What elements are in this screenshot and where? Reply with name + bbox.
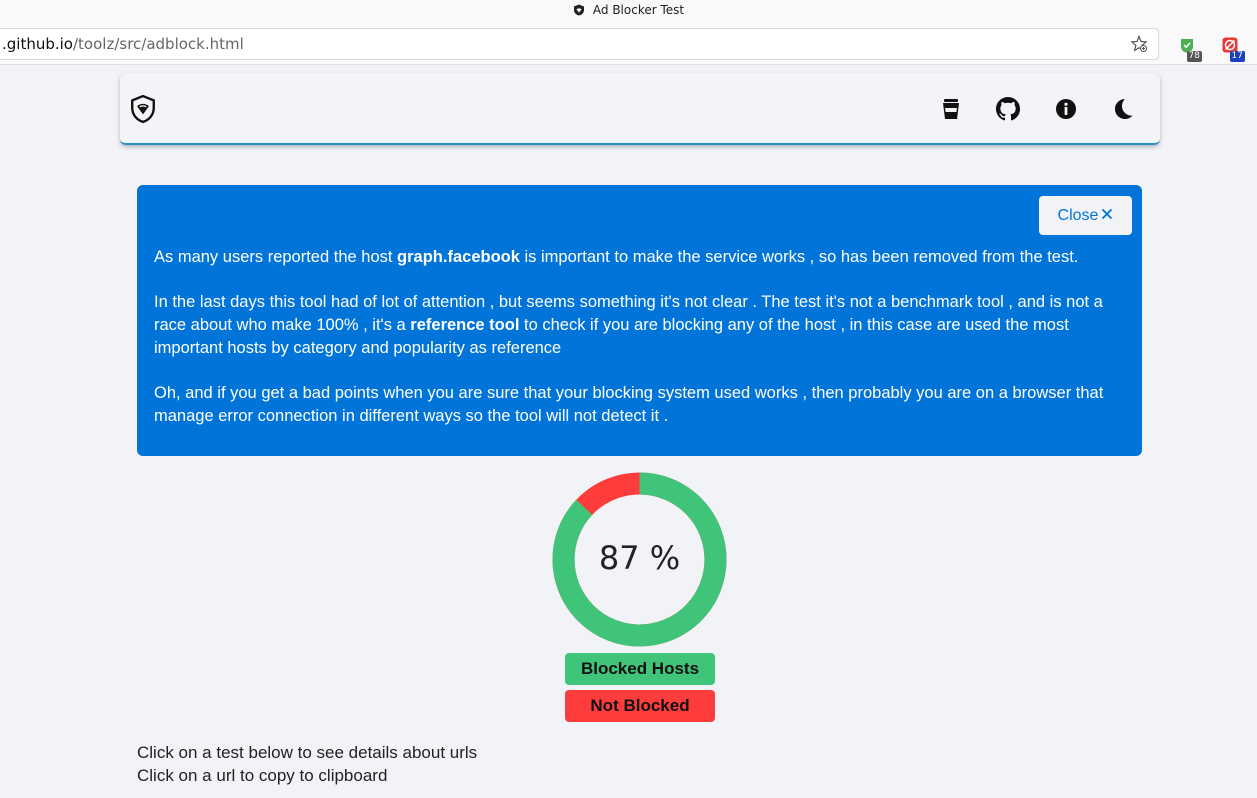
shield-favicon-icon (573, 4, 585, 16)
browser-toolbar: .github.io/toolz/src/adblock.html 78 17 (0, 20, 1257, 65)
close-button-label: Close (1057, 206, 1099, 224)
close-icon (1101, 207, 1113, 225)
info-alert: Close As many users reported the host gr… (137, 185, 1142, 456)
alert-text: is important to make the service works ,… (519, 248, 1079, 266)
extension-2-icon[interactable]: 17 (1221, 36, 1245, 62)
extension-2-badge: 17 (1229, 51, 1245, 62)
github-icon[interactable] (996, 97, 1020, 121)
tab-title: Ad Blocker Test (592, 3, 685, 17)
coffee-cup-icon[interactable] (939, 97, 963, 121)
extension-1-badge: 78 (1186, 51, 1202, 62)
alert-paragraph-2: In the last days this tool had of lot of… (154, 291, 1125, 360)
url-host: .github.io (2, 35, 73, 53)
alert-bold-reference: reference tool (410, 316, 520, 334)
bookmark-star-icon[interactable] (1130, 34, 1148, 53)
url-path: /toolz/src/adblock.html (73, 35, 244, 53)
site-navbar (120, 73, 1160, 145)
info-icon[interactable] (1054, 97, 1078, 121)
moon-icon[interactable] (1111, 97, 1135, 121)
browser-title-bar: Ad Blocker Test (0, 0, 1257, 20)
hint-text-copy: Click on a url to copy to clipboard (137, 766, 388, 785)
alert-bold-host: graph.facebook (397, 248, 520, 266)
legend-blocked-hosts[interactable]: Blocked Hosts (565, 653, 715, 685)
alert-paragraph-3: Oh, and if you get a bad points when you… (154, 384, 1104, 425)
shield-logo-icon[interactable] (130, 94, 156, 124)
alert-text: As many users reported the host (154, 248, 398, 266)
legend-not-blocked[interactable]: Not Blocked (565, 690, 715, 722)
close-button[interactable]: Close (1039, 196, 1132, 235)
hint-text-tests: Click on a test below to see details abo… (137, 743, 478, 762)
extension-1-icon[interactable]: 78 (1178, 36, 1202, 62)
address-bar[interactable]: .github.io/toolz/src/adblock.html (0, 28, 1159, 60)
alert-paragraph-1: As many users reported the host graph.fa… (154, 246, 1125, 269)
score-percentage: 87 % (598, 539, 681, 577)
